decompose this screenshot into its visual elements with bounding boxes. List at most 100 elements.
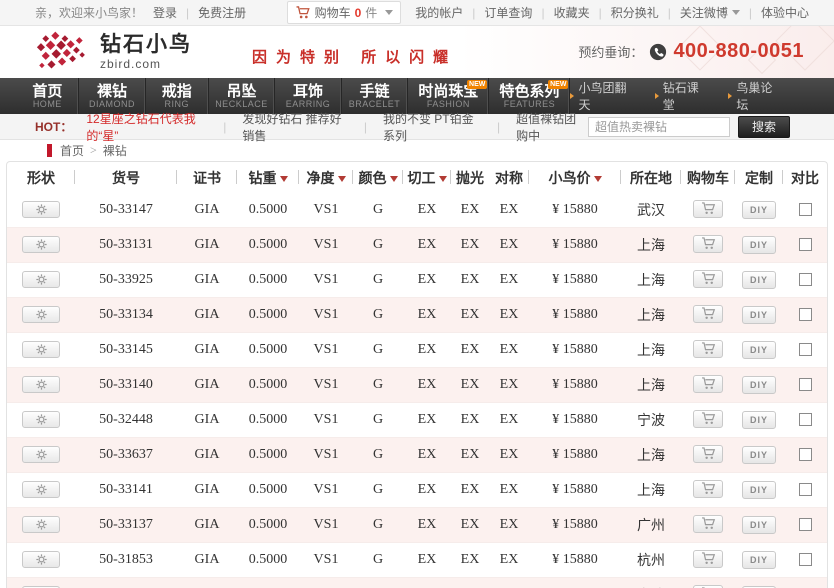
shape-button[interactable] — [22, 306, 60, 323]
cart-cell — [681, 403, 735, 438]
nav-item-earring[interactable]: 耳饰 EARRING — [275, 78, 342, 114]
promo-link-platinum[interactable]: 我的不变 PT铂金系列 — [383, 110, 481, 144]
sort-desc-icon — [280, 176, 288, 182]
col-clarity-sort[interactable]: 净度 — [299, 162, 353, 193]
cut-cell: EX — [403, 263, 451, 298]
register-link[interactable]: 免费注册 — [198, 4, 246, 21]
sku-cell[interactable]: 50-33637 — [75, 438, 177, 473]
sku-cell[interactable]: 50-33140 — [75, 368, 177, 403]
sku-cell[interactable]: 50-33137 — [75, 508, 177, 543]
promo-link-groupbuy[interactable]: 超值裸钻团购中 — [516, 110, 588, 144]
compare-checkbox[interactable] — [799, 553, 812, 566]
main-nav: 首页 HOME 裸钻 DIAMOND 戒指 RING 吊坠 NECKLACE 耳… — [0, 78, 834, 114]
add-to-cart-button[interactable] — [693, 515, 723, 533]
shape-button[interactable] — [22, 481, 60, 498]
sku-cell[interactable]: 50-33147 — [75, 193, 177, 228]
compare-checkbox[interactable] — [799, 308, 812, 321]
polish-cell: EX — [451, 403, 489, 438]
sku-cell[interactable]: 50-33131 — [75, 228, 177, 263]
shape-button[interactable] — [22, 411, 60, 428]
cart-count: 0 — [355, 6, 362, 20]
sku-cell[interactable]: 50-33145 — [75, 333, 177, 368]
diy-button[interactable]: DIY — [742, 481, 776, 499]
diy-button[interactable]: DIY — [742, 271, 776, 289]
clarity-cell: VS1 — [299, 438, 353, 473]
sku-cell[interactable]: 50-33141 — [75, 473, 177, 508]
add-to-cart-button[interactable] — [693, 340, 723, 358]
shape-button[interactable] — [22, 201, 60, 218]
promo-link-zodiac[interactable]: 12星座之钻石代表我的“星” — [86, 110, 207, 144]
add-to-cart-button[interactable] — [693, 375, 723, 393]
diy-button[interactable]: DIY — [742, 236, 776, 254]
shape-button[interactable] — [22, 271, 60, 288]
diy-button[interactable]: DIY — [742, 446, 776, 464]
my-account-link[interactable]: 我的帐户 — [415, 4, 463, 21]
compare-checkbox[interactable] — [799, 238, 812, 251]
sku-cell[interactable]: 50-32448 — [75, 403, 177, 438]
compare-checkbox[interactable] — [799, 343, 812, 356]
quick-link-groupbuy[interactable]: 小鸟团翻天 — [570, 79, 630, 113]
cart-icon — [701, 307, 716, 320]
search-button[interactable]: 搜索 — [738, 116, 790, 138]
add-to-cart-button[interactable] — [693, 480, 723, 498]
diy-button[interactable]: DIY — [742, 201, 776, 219]
quick-link-forum[interactable]: 鸟巢论坛 — [728, 79, 778, 113]
shape-button[interactable] — [22, 236, 60, 253]
compare-checkbox[interactable] — [799, 203, 812, 216]
col-price-sort[interactable]: 小鸟价 — [529, 162, 621, 193]
diy-button[interactable]: DIY — [742, 306, 776, 324]
nav-item-ring[interactable]: 戒指 RING — [146, 78, 209, 114]
points-gift-link[interactable]: 积分换礼 — [611, 4, 659, 21]
sku-cell[interactable]: 50-33144 — [75, 578, 177, 588]
diy-button[interactable]: DIY — [742, 551, 776, 569]
diy-button[interactable]: DIY — [742, 376, 776, 394]
favorites-link[interactable]: 收藏夹 — [554, 4, 590, 21]
diy-button[interactable]: DIY — [742, 411, 776, 429]
col-color-sort[interactable]: 颜色 — [353, 162, 403, 193]
shape-button[interactable] — [22, 516, 60, 533]
search-input[interactable] — [588, 117, 730, 137]
nav-item-necklace[interactable]: 吊坠 NECKLACE — [209, 78, 276, 114]
shape-button[interactable] — [22, 341, 60, 358]
compare-checkbox[interactable] — [799, 378, 812, 391]
price-cell: ¥ 15880 — [529, 263, 621, 298]
sku-cell[interactable]: 50-31853 — [75, 543, 177, 578]
login-link[interactable]: 登录 — [153, 4, 177, 21]
add-to-cart-button[interactable] — [693, 305, 723, 323]
nav-item-diamond[interactable]: 裸钻 DIAMOND — [79, 78, 146, 114]
order-query-link[interactable]: 订单查询 — [484, 4, 532, 21]
sku-cell[interactable]: 50-33925 — [75, 263, 177, 298]
nav-item-bracelet[interactable]: 手链 BRACELET — [342, 78, 409, 114]
experience-center-link[interactable]: 体验中心 — [761, 4, 809, 21]
diy-button[interactable]: DIY — [742, 341, 776, 359]
shape-button[interactable] — [22, 376, 60, 393]
col-carat-sort[interactable]: 钻重 — [237, 162, 299, 193]
compare-checkbox[interactable] — [799, 448, 812, 461]
weibo-link[interactable]: 关注微博 — [680, 4, 728, 21]
shape-button[interactable] — [22, 446, 60, 463]
site-logo[interactable]: 钻石小鸟 zbird.com — [34, 29, 192, 75]
shape-button[interactable] — [22, 551, 60, 568]
compare-checkbox[interactable] — [799, 483, 812, 496]
hotline-number[interactable]: 400-880-0051 — [673, 40, 804, 63]
add-to-cart-button[interactable] — [693, 410, 723, 428]
add-to-cart-button[interactable] — [693, 550, 723, 568]
col-cut-sort[interactable]: 切工 — [403, 162, 451, 193]
breadcrumb-home[interactable]: 首页 — [60, 142, 84, 159]
add-to-cart-button[interactable] — [693, 270, 723, 288]
add-to-cart-button[interactable] — [693, 235, 723, 253]
add-to-cart-button[interactable] — [693, 445, 723, 463]
nav-item-home[interactable]: 首页 HOME — [16, 78, 79, 114]
cart-widget[interactable]: 购物车 0 件 — [287, 1, 402, 24]
promo-link-discover[interactable]: 发现好钻石 推荐好销售 — [242, 110, 347, 144]
col-symmetry: 对称 — [489, 162, 529, 193]
compare-checkbox[interactable] — [799, 518, 812, 531]
add-to-cart-button[interactable] — [693, 200, 723, 218]
diy-button[interactable]: DIY — [742, 516, 776, 534]
compare-checkbox[interactable] — [799, 273, 812, 286]
nav-item-fashion[interactable]: NEW 时尚珠宝 FASHION — [408, 78, 489, 114]
quick-link-diamond-class[interactable]: 钻石课堂 — [655, 79, 705, 113]
sku-cell[interactable]: 50-33134 — [75, 298, 177, 333]
compare-checkbox[interactable] — [799, 413, 812, 426]
nav-item-features[interactable]: NEW 特色系列 FEATURES — [489, 78, 570, 114]
